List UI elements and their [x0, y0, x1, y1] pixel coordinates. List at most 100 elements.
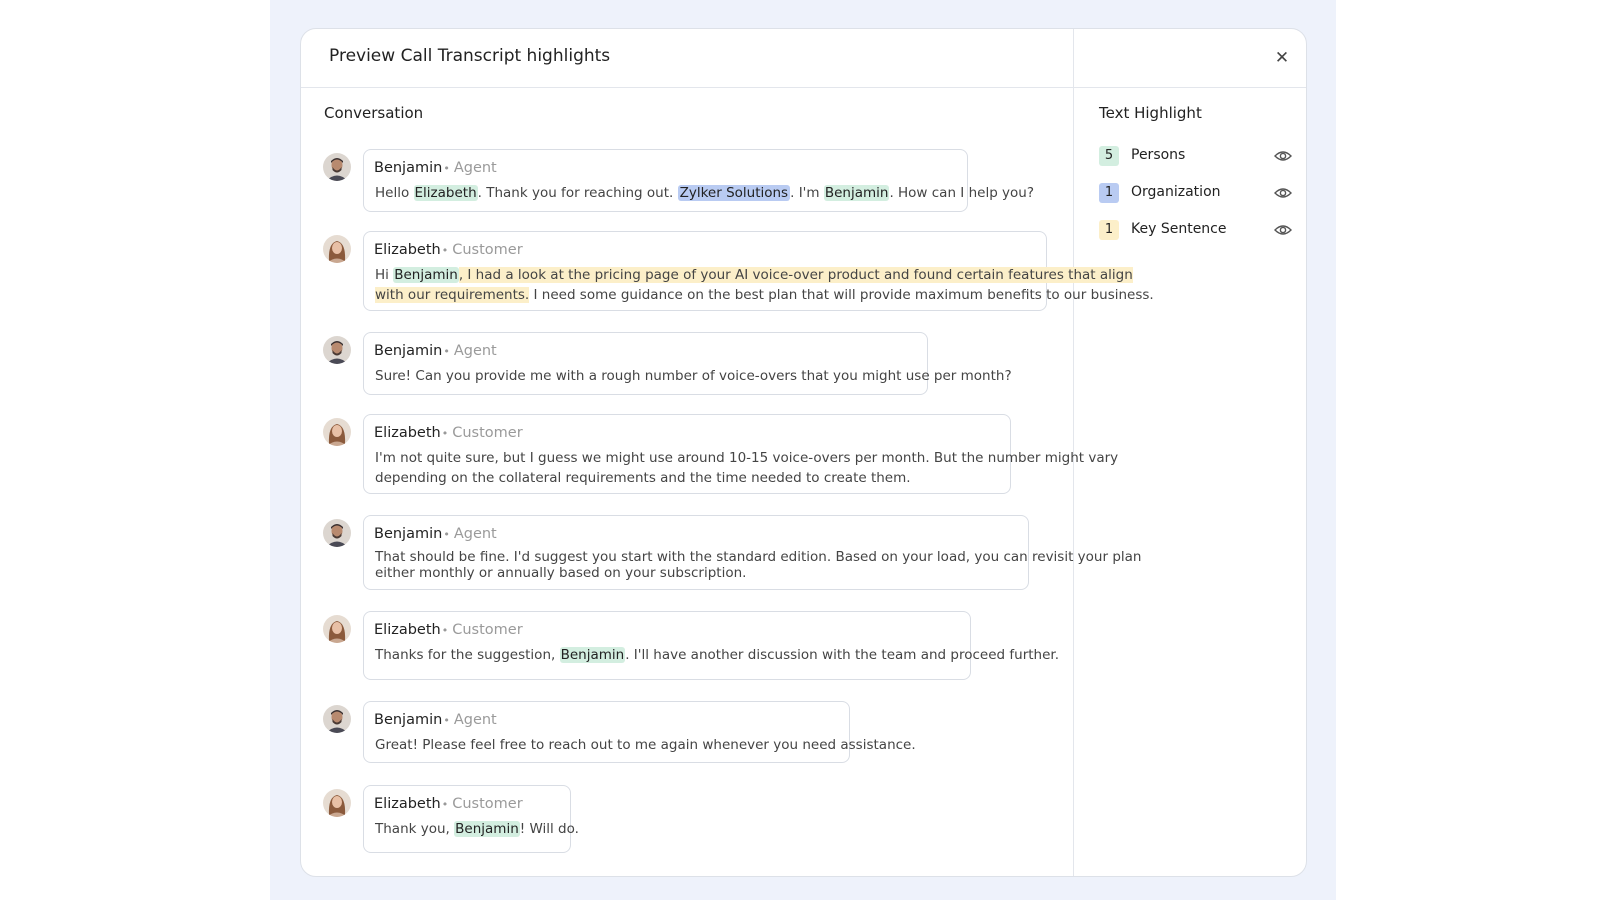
text-segment: That should be fine. I'd suggest you sta…	[375, 549, 1142, 565]
message-header: Elizabeth• Customer	[374, 793, 523, 812]
message-text: Sure! Can you provide me with a rough nu…	[375, 366, 1012, 386]
speaker-name: Benjamin	[374, 343, 443, 359]
avatar-customer	[323, 789, 351, 817]
message-bubble: Elizabeth• Customer Hi Benjamin, I had a …	[363, 231, 1154, 311]
separator-dot: •	[443, 345, 450, 358]
separator-dot: •	[443, 714, 450, 727]
message-item: Elizabeth• Customer Thank you, Benjamin! …	[301, 785, 1071, 855]
avatar-agent	[323, 153, 351, 181]
message-item: Elizabeth• Customer I'm not quite sure, b…	[301, 414, 1118, 496]
message-item: Elizabeth• Customer Hi Benjamin, I had a …	[301, 231, 1154, 313]
text-segment: ! Will do.	[519, 821, 579, 837]
transcript-preview-modal: Preview Call Transcript highlights ✕ Con…	[300, 28, 1307, 877]
legend-item-persons: 5 Persons	[1099, 145, 1294, 167]
speaker-name: Benjamin	[374, 712, 443, 728]
speaker-name: Elizabeth	[374, 796, 441, 812]
speaker-role: Agent	[453, 526, 497, 542]
message-bubble: Elizabeth• Customer Thank you, Benjamin! …	[363, 785, 579, 853]
message-item: Benjamin• Agent Hello Elizabeth. Thank yo…	[301, 149, 1071, 213]
eye-icon[interactable]	[1274, 222, 1292, 238]
separator-dot: •	[441, 798, 449, 811]
text-segment: Hello	[375, 185, 414, 201]
legend-label: Persons	[1131, 147, 1186, 163]
legend-count: 1	[1099, 183, 1119, 203]
avatar-customer	[323, 235, 351, 263]
avatar-agent	[323, 519, 351, 547]
avatar-customer	[323, 418, 351, 446]
message-text: Thank you, Benjamin! Will do.	[375, 819, 579, 839]
text-segment: Sure! Can you provide me with a rough nu…	[375, 368, 1012, 384]
text-segment: I need some guidance on the best plan th…	[529, 287, 1154, 303]
legend-label: Key Sentence	[1131, 221, 1227, 237]
speaker-role: Customer	[452, 242, 523, 258]
message-text: I'm not quite sure, but I guess we might…	[375, 448, 1118, 488]
separator-dot: •	[441, 244, 449, 257]
text-segment: Thank you,	[375, 821, 455, 837]
message-text: Great! Please feel free to reach out to …	[375, 735, 916, 755]
speaker-name: Benjamin	[374, 526, 443, 542]
message-bubble: Benjamin• Agent Great! Please feel free t…	[363, 701, 916, 763]
eye-icon[interactable]	[1274, 148, 1292, 164]
message-text: Thanks for the suggestion, Benjamin. I'l…	[375, 645, 1059, 665]
person-highlight: Benjamin	[823, 185, 890, 201]
message-header: Benjamin• Agent	[374, 523, 497, 542]
message-bubble: Benjamin• Agent Sure! Can you provide me …	[363, 332, 1012, 395]
speaker-role: Customer	[452, 425, 523, 441]
speaker-role: Customer	[452, 796, 523, 812]
message-item: Benjamin• Agent That should be fine. I'd …	[301, 515, 1141, 591]
text-segment: . How can I help you?	[889, 185, 1035, 201]
person-highlight: Benjamin	[393, 267, 459, 283]
modal-title: Preview Call Transcript highlights	[329, 46, 611, 66]
modal-header: Preview Call Transcript highlights	[301, 29, 1073, 88]
speaker-name: Benjamin	[374, 160, 443, 176]
legend-count: 1	[1099, 220, 1119, 240]
text-segment: I'm not quite sure, but I guess we might…	[375, 450, 1119, 466]
speaker-name: Elizabeth	[374, 622, 441, 638]
text-segment: . Thank you for reaching out.	[477, 185, 678, 201]
legend-item-key-sentence: 1 Key Sentence	[1099, 219, 1294, 241]
legend-label: Organization	[1131, 184, 1221, 200]
speaker-role: Agent	[453, 160, 497, 176]
message-header: Elizabeth• Customer	[374, 619, 523, 638]
text-segment: Hi	[375, 267, 394, 283]
message-bubble: Elizabeth• Customer Thanks for the sugges…	[363, 611, 1059, 680]
close-button[interactable]: ✕	[1269, 45, 1295, 71]
separator-dot: •	[443, 162, 450, 175]
organization-highlight: Zylker Solutions	[677, 185, 791, 201]
avatar-agent	[323, 705, 351, 733]
text-segment: Great! Please feel free to reach out to …	[375, 737, 916, 753]
message-item: Benjamin• Agent Sure! Can you provide me …	[301, 332, 1071, 396]
separator-dot: •	[441, 427, 449, 440]
conversation-title: Conversation	[324, 104, 424, 122]
close-icon: ✕	[1274, 48, 1290, 68]
speaker-role: Customer	[452, 622, 523, 638]
separator-dot: •	[443, 528, 450, 541]
eye-icon[interactable]	[1274, 185, 1292, 201]
message-header: Elizabeth• Customer	[374, 239, 523, 258]
text-highlight-title: Text Highlight	[1099, 104, 1202, 122]
message-header: Benjamin• Agent	[374, 157, 497, 176]
legend-item-organization: 1 Organization	[1099, 182, 1294, 204]
message-item: Benjamin• Agent Great! Please feel free t…	[301, 701, 1071, 765]
text-segment: . I'll have another discussion with the …	[625, 647, 1060, 663]
message-text: Hello Elizabeth. Thank you for reaching …	[375, 183, 1034, 203]
message-text: That should be fine. I'd suggest you sta…	[375, 549, 1141, 581]
speaker-role: Agent	[453, 712, 497, 728]
speaker-role: Agent	[453, 343, 497, 359]
message-header: Benjamin• Agent	[374, 709, 497, 728]
text-segment: Thanks for the suggestion,	[375, 647, 560, 663]
person-highlight: Benjamin	[454, 821, 520, 837]
avatar-customer	[323, 615, 351, 643]
text-segment: . I'm	[790, 185, 824, 201]
avatar-agent	[323, 336, 351, 364]
text-segment: either monthly or annually based on your…	[375, 565, 747, 581]
key-sentence-highlight: with our requirements.	[375, 287, 530, 303]
message-bubble: Benjamin• Agent That should be fine. I'd …	[363, 515, 1141, 590]
message-text: Hi Benjamin, I had a look at the pricing…	[375, 265, 1154, 305]
separator-dot: •	[441, 624, 449, 637]
speaker-name: Elizabeth	[374, 425, 441, 441]
text-segment: depending on the collateral requirements…	[375, 470, 911, 486]
person-highlight: Benjamin	[559, 647, 626, 663]
message-header: Elizabeth• Customer	[374, 422, 523, 441]
speaker-name: Elizabeth	[374, 242, 441, 258]
